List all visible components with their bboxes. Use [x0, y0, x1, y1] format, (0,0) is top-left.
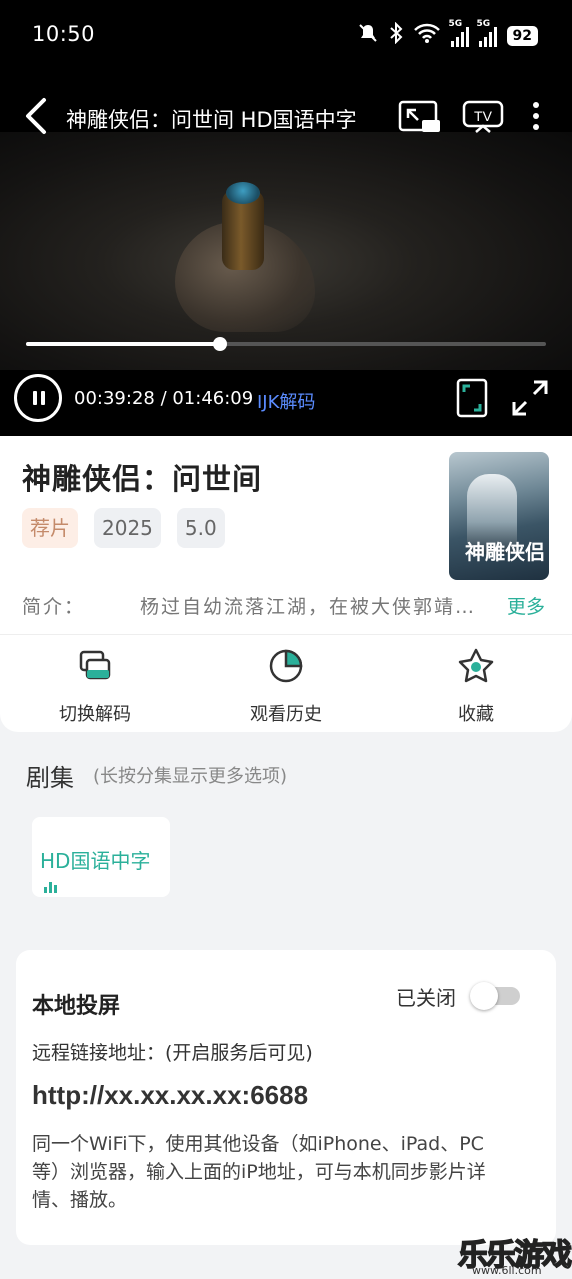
video-title: 神雕侠侣：问世间 HD国语中字 [66, 108, 357, 132]
remote-address-url: http://xx.xx.xx.xx:6688 [32, 1080, 309, 1110]
star-icon [458, 648, 494, 683]
progress-fill [26, 342, 221, 346]
tag-source: 荐片 [22, 508, 78, 548]
back-icon[interactable] [22, 96, 50, 136]
wifi-icon [413, 22, 441, 49]
status-bar: 10:50 5G 5G 92 [0, 0, 572, 70]
playing-equalizer-icon [44, 879, 57, 893]
episode-item[interactable]: HD国语中字 [32, 817, 170, 897]
picture-in-picture-icon[interactable] [398, 100, 442, 134]
tag-rating: 5.0 [176, 508, 225, 548]
status-icons: 5G 5G 92 [357, 19, 538, 49]
intro-more-link[interactable]: 更多 [507, 592, 545, 619]
switch-decoder-label: 切换解码 [59, 704, 131, 725]
video-scene-object [222, 182, 264, 270]
player-top-bar: 神雕侠侣：问世间 HD国语中字 TV [0, 92, 572, 140]
favorite-button[interactable]: 收藏 [406, 646, 546, 726]
movie-poster[interactable]: 神雕侠侣 [449, 452, 549, 580]
battery-icon: 92 [506, 25, 538, 46]
local-cast-toggle[interactable] [470, 980, 522, 1010]
mute-icon [357, 22, 379, 49]
pause-button[interactable] [14, 374, 62, 422]
progress-bar[interactable] [26, 337, 546, 351]
history-pie-icon [269, 649, 303, 683]
watch-history-button[interactable]: 观看历史 [216, 646, 356, 726]
screen-rotate-icon[interactable] [456, 378, 488, 418]
signal-icon: 5G [449, 19, 469, 47]
more-options-icon[interactable] [528, 100, 544, 134]
local-cast-title: 本地投屏 [32, 994, 121, 1019]
episode-label: HD国语中字 [40, 849, 151, 873]
decoder-label[interactable]: IJK解码 [257, 388, 315, 414]
episodes-title: 剧集 [26, 764, 74, 792]
video-frame[interactable] [0, 132, 572, 370]
watch-history-label: 观看历史 [250, 704, 322, 725]
local-cast-status: 已关闭 [396, 986, 456, 1010]
poster-calligraphy: 神雕侠侣 [465, 540, 545, 564]
status-time: 10:50 [32, 22, 96, 46]
tag-year: 2025 [94, 508, 161, 548]
signal-icon: 5G [477, 19, 497, 47]
remote-address-label: 远程链接地址：(开启服务后可见) [32, 1042, 313, 1064]
switch-decoder-icon [79, 650, 111, 680]
local-cast-card: 本地投屏 已关闭 远程链接地址：(开启服务后可见) http://xx.xx.x… [16, 950, 556, 1245]
svg-text:TV: TV [474, 108, 493, 124]
movie-title: 神雕侠侣：问世间 [22, 462, 263, 496]
favorite-label: 收藏 [458, 704, 494, 725]
bluetooth-icon [389, 21, 403, 49]
video-player[interactable]: 10:50 5G 5G 92 神雕侠侣：问世间 HD国语中字 TV 00:39:… [0, 0, 572, 436]
divider [0, 634, 572, 635]
cast-tv-icon[interactable]: TV [462, 100, 504, 134]
watermark-url: www.6ll.com [472, 1264, 542, 1277]
site-watermark-logo: 乐乐游戏 www.6ll.com [456, 1230, 572, 1279]
movie-info-card: 神雕侠侣：问世间 荐片 2025 5.0 神雕侠侣 简介： 杨过自幼流落江湖，在… [0, 436, 572, 732]
switch-decoder-button[interactable]: 切换解码 [25, 646, 165, 726]
intro-label: 简介： [22, 596, 86, 618]
fullscreen-icon[interactable] [512, 380, 548, 416]
playback-time: 00:39:28 / 01:46:09 [74, 388, 254, 409]
episodes-hint: (长按分集显示更多选项) [93, 766, 288, 787]
toggle-knob [470, 982, 498, 1010]
movie-tags: 荐片 2025 5.0 [22, 508, 225, 548]
local-cast-description: 同一个WiFi下，使用其他设备（如iPhone、iPad、PC等）浏览器，输入上… [32, 1133, 486, 1211]
intro-text: 杨过自幼流落江湖，在被大侠郭靖收养后 [140, 596, 490, 618]
